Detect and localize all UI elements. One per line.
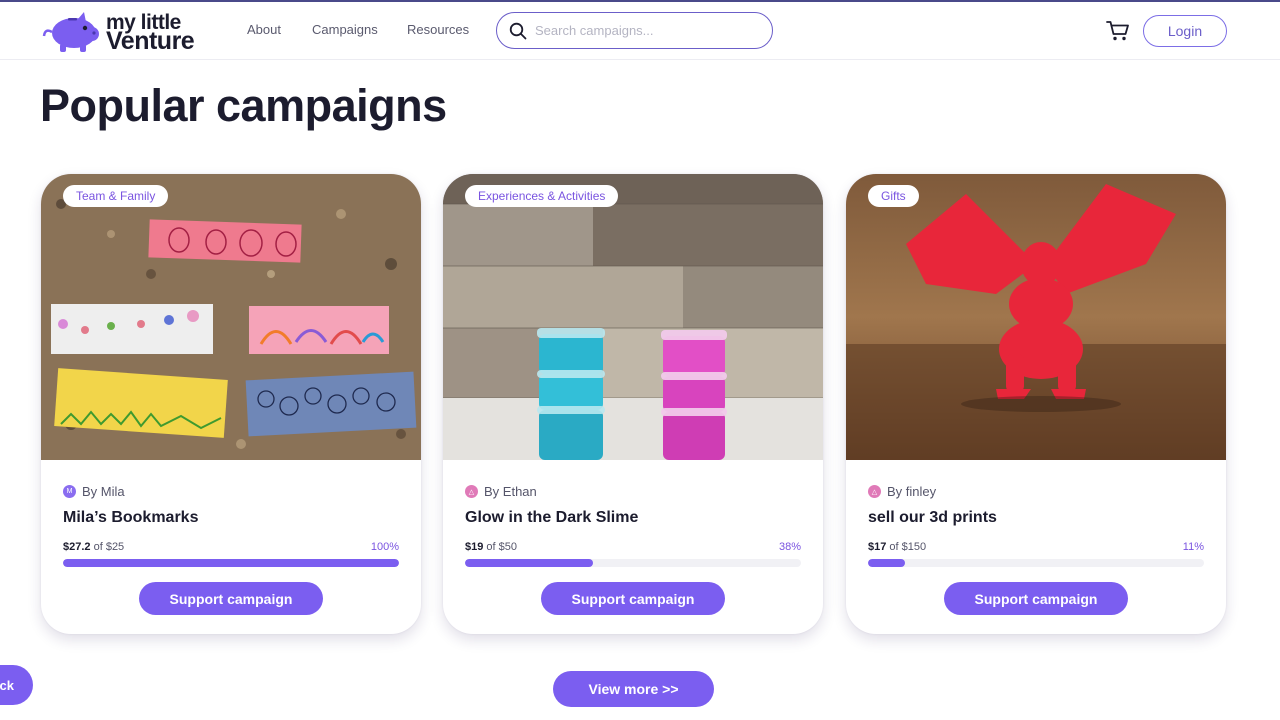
search-icon (509, 22, 527, 39)
progress-percent: 100% (370, 541, 399, 553)
raised-value: $19 (465, 541, 484, 553)
category-tag[interactable]: Team & Family (63, 185, 169, 207)
login-button[interactable]: Login (1143, 15, 1227, 47)
site-logo[interactable]: my little Venture (40, 10, 220, 54)
progress-bar-fill (63, 559, 399, 567)
amount-raised: $27.2 of $25 (63, 541, 124, 553)
goal-value: of $25 (93, 541, 125, 553)
progress-bar (63, 559, 399, 567)
author-name: By Mila (82, 484, 125, 499)
campaign-image-bookmarks[interactable]: Team & Family (41, 174, 421, 460)
category-tag[interactable]: Experiences & Activities (465, 185, 619, 207)
amount-raised: $19 of $50 (465, 541, 517, 553)
goal-value: of $50 (486, 541, 518, 553)
slime-jars-photo (443, 174, 823, 460)
search-box[interactable] (496, 12, 773, 49)
cart-icon[interactable] (1106, 20, 1130, 42)
category-tag[interactable]: Gifts (868, 185, 919, 207)
view-more-button[interactable]: View more >> (553, 671, 714, 707)
goal-value: of $150 (889, 541, 927, 553)
raised-value: $17 (868, 541, 887, 553)
dragon-print-photo (846, 174, 1226, 460)
campaign-card[interactable]: Gifts △ By finley sell our 3d prints $17… (846, 174, 1226, 634)
campaign-card[interactable]: Team & Family M By Mila Mila’s Bookmarks… (41, 174, 421, 634)
search-input[interactable] (535, 23, 755, 38)
feedback-button[interactable]: ck (0, 665, 33, 705)
raised-value: $27.2 (63, 541, 91, 553)
campaign-title[interactable]: Glow in the Dark Slime (465, 509, 638, 527)
progress-bar-fill (868, 559, 905, 567)
brand-name: my little Venture (106, 12, 195, 55)
campaign-image-slime[interactable]: Experiences & Activities (443, 174, 823, 460)
nav-link-about[interactable]: About (247, 22, 281, 37)
progress-bar-fill (465, 559, 593, 567)
bookmarks-photo (41, 174, 421, 460)
progress-percent: 38% (778, 541, 801, 553)
campaign-title[interactable]: sell our 3d prints (868, 509, 997, 527)
amount-raised: $17 of $150 (868, 541, 926, 553)
author-avatar: △ (465, 485, 478, 498)
campaign-author: △ By finley (868, 484, 936, 499)
campaign-author: △ By Ethan (465, 484, 537, 499)
campaign-title[interactable]: Mila’s Bookmarks (63, 509, 198, 527)
brand-name-line2: Venture (106, 27, 195, 55)
author-name: By finley (887, 484, 937, 499)
nav-link-resources[interactable]: Resources (407, 22, 469, 37)
progress-bar (868, 559, 1204, 567)
progress-percent: 11% (1182, 541, 1204, 553)
page-title: Popular campaigns (40, 80, 447, 131)
support-campaign-button[interactable]: Support campaign (944, 582, 1128, 615)
author-avatar: M (63, 485, 76, 498)
author-name: By Ethan (484, 484, 537, 499)
support-campaign-button[interactable]: Support campaign (139, 582, 323, 615)
campaign-image-3d-prints[interactable]: Gifts (846, 174, 1226, 460)
progress-bar (465, 559, 801, 567)
site-header: my little Venture About Campaigns Resour… (0, 2, 1280, 60)
campaign-card[interactable]: Experiences & Activities △ By Ethan Glow… (443, 174, 823, 634)
piggy-bank-icon (42, 12, 99, 52)
nav-link-campaigns[interactable]: Campaigns (312, 22, 378, 37)
author-avatar: △ (868, 485, 881, 498)
campaign-author: M By Mila (63, 484, 125, 499)
support-campaign-button[interactable]: Support campaign (541, 582, 725, 615)
